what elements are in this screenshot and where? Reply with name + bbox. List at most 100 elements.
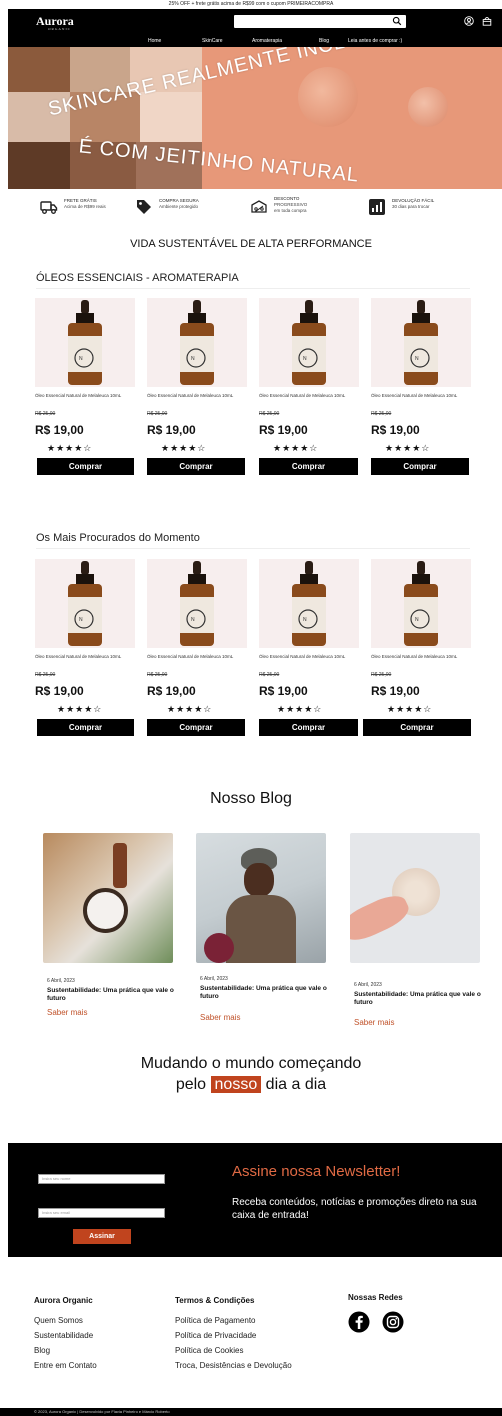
feature-subtitle: PROGRESSIVO	[274, 202, 308, 207]
product-name[interactable]: Óleo Essencial Natural de Melaleuca 10mL	[259, 393, 359, 399]
footer-col1-title: Aurora Organic	[34, 1296, 93, 1305]
product-price: R$ 19,00	[259, 423, 308, 437]
chart-icon	[369, 199, 385, 215]
buy-button[interactable]: Comprar	[259, 458, 358, 475]
footer-link-returns[interactable]: Troca, Desistências e Devolução	[175, 1361, 292, 1370]
slogan-line-1: Mudando o mundo começando	[140, 1055, 362, 1072]
product-old-price: R$ 25,00	[371, 672, 392, 678]
product-image[interactable]: N	[35, 298, 135, 387]
promo-bar: 25% OFF + frete grátis acima de R$99 com…	[0, 0, 502, 9]
bottle	[113, 843, 127, 888]
svg-text:N: N	[191, 356, 195, 362]
product-image[interactable]: N	[259, 559, 359, 648]
product-name[interactable]: Óleo Essencial Natural de Melaleuca 10mL	[371, 654, 471, 660]
read-more-link[interactable]: Saber mais	[47, 1008, 87, 1017]
nav-skincare[interactable]: SkinCare	[202, 38, 223, 44]
product-price: R$ 19,00	[371, 684, 420, 698]
shopping-bag-icon[interactable]	[482, 16, 492, 26]
blog-post-title[interactable]: Sustentabilidade: Uma prática que vale o…	[200, 985, 328, 1001]
blog-post-card[interactable]: 6 Abril, 2023 Sustentabilidade: Uma prát…	[196, 833, 328, 1033]
buy-button[interactable]: Comprar	[37, 458, 134, 475]
product-image[interactable]: N	[147, 559, 247, 648]
user-icon[interactable]	[464, 16, 474, 26]
newsletter-email-input[interactable]: Insira seu email	[38, 1208, 165, 1218]
flowers	[204, 933, 234, 963]
oil-droplet	[408, 87, 448, 127]
feature-subtitle: Acima de R$99 reais	[64, 204, 106, 209]
search-input[interactable]	[234, 15, 406, 28]
product-image[interactable]: N	[259, 298, 359, 387]
discount-box-icon	[251, 200, 267, 213]
product-rating-stars: ★★★★☆	[167, 704, 213, 714]
product-name[interactable]: Óleo Essencial Natural de Melaleuca 10mL	[147, 393, 247, 399]
oil-bottle-icon: N	[180, 300, 214, 385]
buy-button[interactable]: Comprar	[147, 458, 245, 475]
blog-post-title[interactable]: Sustentabilidade: Uma prática que vale o…	[47, 987, 175, 1003]
subscribe-button[interactable]: Assinar	[73, 1229, 131, 1244]
blog-post-image[interactable]	[350, 833, 480, 963]
site-header: Aurora ORGANIC Home SkinCare Aromaterapi…	[8, 9, 502, 47]
blog-post-date: 6 Abril, 2023	[200, 976, 228, 982]
footer-link-payment[interactable]: Política de Pagamento	[175, 1316, 256, 1325]
product-image[interactable]: N	[371, 298, 471, 387]
footer-link-blog[interactable]: Blog	[34, 1346, 50, 1355]
newsletter-text: Receba conteúdos, notícias e promoções d…	[232, 1197, 477, 1221]
buy-button[interactable]: Comprar	[259, 719, 358, 736]
product-image[interactable]: N	[35, 559, 135, 648]
footer-col3-title: Nossas Redes	[348, 1293, 403, 1302]
product-name[interactable]: Óleo Essencial Natural de Melaleuca 10mL	[371, 393, 471, 399]
feature-secure-purchase: COMPRA SEGURA Ambiente protegido	[135, 196, 230, 218]
product-name[interactable]: Óleo Essencial Natural de Melaleuca 10mL	[35, 654, 135, 660]
product-name[interactable]: Óleo Essencial Natural de Melaleuca 10mL	[35, 393, 135, 399]
product-old-price: R$ 25,00	[259, 411, 280, 417]
buy-button[interactable]: Comprar	[37, 719, 134, 736]
instagram-icon[interactable]	[382, 1311, 404, 1333]
svg-text:N: N	[303, 617, 307, 623]
product-price: R$ 19,00	[147, 684, 196, 698]
blog-post-card[interactable]: 6 Abril, 2023 Sustentabilidade: Uma prát…	[43, 833, 175, 1033]
newsletter-heading: Assine nossa Newsletter!	[232, 1163, 401, 1180]
product-old-price: R$ 25,00	[35, 672, 56, 678]
product-image[interactable]: N	[371, 559, 471, 648]
product-name[interactable]: Óleo Essencial Natural de Melaleuca 10mL	[259, 654, 359, 660]
footer-link-cookies[interactable]: Política de Cookies	[175, 1346, 243, 1355]
footer-link-contact[interactable]: Entre em Contato	[34, 1361, 97, 1370]
footer-link-privacy[interactable]: Política de Privacidade	[175, 1331, 256, 1340]
footer-link-about[interactable]: Quem Somos	[34, 1316, 83, 1325]
oil-bottle-icon: N	[404, 561, 438, 646]
blog-post-card[interactable]: 6 Abril, 2023 Sustentabilidade: Uma prát…	[350, 833, 482, 1033]
search-icon[interactable]	[392, 16, 402, 26]
product-price: R$ 19,00	[371, 423, 420, 437]
buy-button[interactable]: Comprar	[371, 458, 469, 475]
feature-free-shipping: FRETE GRÁTIS Acima de R$99 reais	[40, 196, 130, 218]
blog-post-title[interactable]: Sustentabilidade: Uma prática que vale o…	[354, 991, 482, 1007]
blog-post-image[interactable]	[196, 833, 326, 963]
hero-banner[interactable]: SKINCARE REALMENTE INCLUSIVO É COM JEITI…	[8, 47, 502, 189]
blog-post-image[interactable]	[43, 833, 173, 963]
footer-link-sustainability[interactable]: Sustentabilidade	[34, 1331, 93, 1340]
facebook-icon[interactable]	[348, 1311, 370, 1333]
slogan-post: dia a dia	[265, 1076, 327, 1093]
face	[244, 863, 274, 897]
product-image[interactable]: N	[147, 298, 247, 387]
oil-droplet	[298, 67, 358, 127]
section-title-essential-oils: ÓLEOS ESSENCIAIS - AROMATERAPIA	[36, 272, 239, 284]
svg-text:N: N	[79, 356, 83, 362]
nav-read-before-buying[interactable]: Leia antes de comprar :)	[348, 38, 402, 44]
product-name[interactable]: Óleo Essencial Natural de Melaleuca 10mL	[147, 654, 247, 660]
feature-title: FRETE GRÁTIS	[64, 198, 97, 203]
buy-button[interactable]: Comprar	[363, 719, 471, 736]
product-rating-stars: ★★★★☆	[387, 704, 433, 714]
nav-blog[interactable]: Blog	[319, 38, 329, 44]
tag-icon	[137, 200, 151, 214]
svg-text:N: N	[191, 617, 195, 623]
read-more-link[interactable]: Saber mais	[200, 1013, 240, 1022]
buy-button[interactable]: Comprar	[147, 719, 245, 736]
product-price: R$ 19,00	[35, 684, 84, 698]
nav-home[interactable]: Home	[148, 38, 161, 44]
newsletter-section: Insira seu nome Insira seu email Assinar…	[8, 1143, 502, 1257]
nav-aromaterapia[interactable]: Aromaterapia	[252, 38, 282, 44]
product-rating-stars: ★★★★☆	[385, 443, 431, 453]
newsletter-name-input[interactable]: Insira seu nome	[38, 1174, 165, 1184]
read-more-link[interactable]: Saber mais	[354, 1018, 394, 1027]
